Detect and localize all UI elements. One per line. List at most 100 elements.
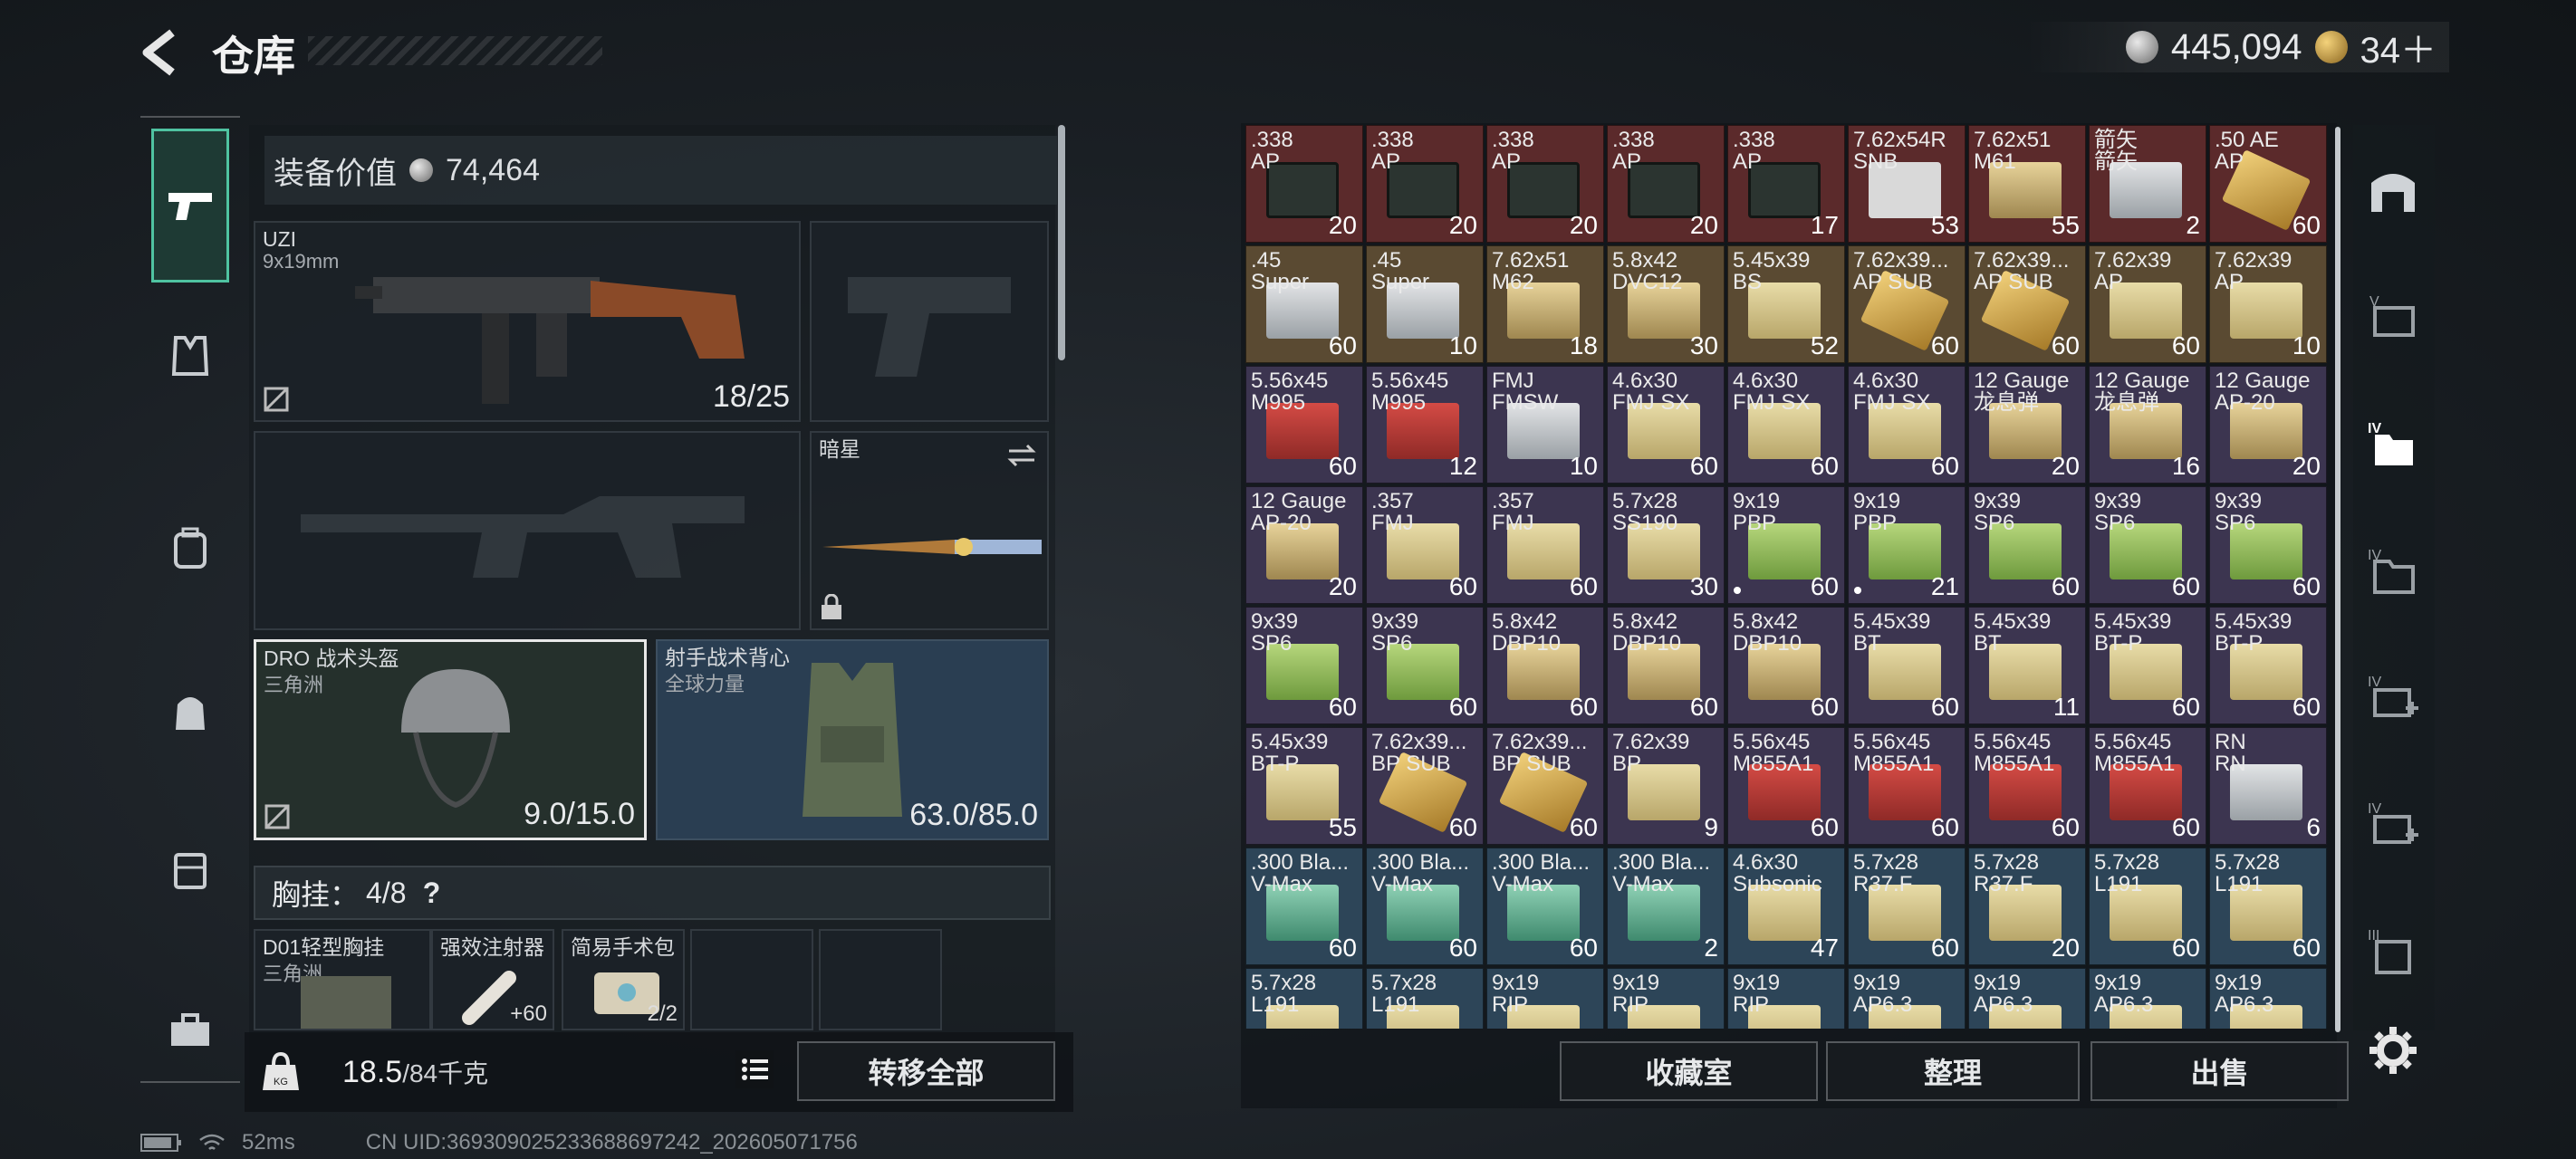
inventory-item[interactable]: .338 AP 20 [1366, 125, 1484, 243]
inventory-item[interactable]: 12 Gauge AP-20 20 [2209, 366, 2327, 484]
inventory-item[interactable]: 9x19 PBP 60 [1727, 486, 1845, 604]
inventory-item[interactable]: 5.7x28 R37.F 60 [1848, 848, 1966, 965]
inventory-item[interactable]: 9x19 AP6.3 [1848, 968, 1966, 1029]
inventory-item[interactable]: 9x19 RIP [1486, 968, 1604, 1029]
inventory-item[interactable]: 5.7x28 L191 [1245, 968, 1363, 1029]
inventory-item[interactable]: 5.56x45 M995 12 [1366, 366, 1484, 484]
inventory-item[interactable]: 7.62x39... BP SUB 60 [1486, 727, 1604, 845]
back-arrow-icon[interactable] [136, 25, 190, 80]
inventory-item[interactable]: .300 Bla... V-Max 2 [1607, 848, 1725, 965]
inventory-item[interactable]: .50 AE AP 60 [2209, 125, 2327, 243]
inventory-item[interactable]: 5.45x39 BT-P 55 [1245, 727, 1363, 845]
inventory-item[interactable]: 9x19 RIP [1607, 968, 1725, 1029]
swap-icon[interactable] [1005, 442, 1038, 469]
inventory-item[interactable]: 5.8x42 DBP10 60 [1727, 607, 1845, 724]
rig-item-slot[interactable]: 简易手术包 2/2 [562, 929, 685, 1030]
list-icon[interactable] [732, 1047, 777, 1092]
inventory-item[interactable]: FMJ FMSW 10 [1486, 366, 1604, 484]
inventory-item[interactable]: 5.7x28 R37.F 20 [1968, 848, 2086, 965]
melee-slot[interactable]: 暗星 [810, 431, 1049, 630]
transfer-all-button[interactable]: 转移全部 [797, 1041, 1055, 1101]
inventory-item[interactable]: .45 Super 10 [1366, 245, 1484, 363]
sell-button[interactable]: 出售 [2091, 1041, 2349, 1101]
storage-page-3-icon[interactable]: III [2366, 924, 2420, 978]
inventory-item[interactable]: 9x39 SP6 60 [2209, 486, 2327, 604]
inventory-item[interactable]: .300 Bla... V-Max 60 [1366, 848, 1484, 965]
inventory-item[interactable]: 4.6x30 FMJ SX 60 [1848, 366, 1966, 484]
help-button[interactable]: ? [414, 875, 450, 911]
inventory-item[interactable]: 5.8x42 DVC12 30 [1607, 245, 1725, 363]
storage-page-5-icon[interactable]: V [2366, 290, 2420, 344]
inventory-item[interactable]: 5.56x45 M855A1 60 [1848, 727, 1966, 845]
inventory-item[interactable]: 5.7x28 L191 60 [2089, 848, 2206, 965]
inventory-item[interactable]: 9x19 PBP 21 [1848, 486, 1966, 604]
inventory-item[interactable]: .338 AP 17 [1727, 125, 1845, 243]
storage-page-4c-icon[interactable]: IV [2366, 670, 2420, 724]
inventory-item[interactable]: 5.56x45 M855A1 60 [2089, 727, 2206, 845]
inventory-item[interactable]: 5.7x28 L191 60 [2209, 848, 2327, 965]
category-pouch[interactable] [149, 670, 231, 752]
inventory-item[interactable]: 7.62x39... BP SUB 60 [1366, 727, 1484, 845]
warehouse-icon[interactable] [2366, 163, 2420, 217]
rig-empty-slot[interactable] [819, 929, 942, 1030]
inventory-item[interactable]: .338 AP 20 [1607, 125, 1725, 243]
category-rig[interactable] [149, 315, 231, 397]
inventory-item[interactable]: 5.7x28 SS190 30 [1607, 486, 1725, 604]
inventory-item[interactable]: 4.6x30 Subsonic 47 [1727, 848, 1845, 965]
inventory-item[interactable]: .300 Bla... V-Max 60 [1486, 848, 1604, 965]
inventory-item[interactable]: 箭矢 箭矢 2 [2089, 125, 2206, 243]
inventory-item[interactable]: 7.62x39 AP 10 [2209, 245, 2327, 363]
storage-page-4-icon[interactable]: IV [2366, 417, 2420, 471]
inventory-item[interactable]: 7.62x51 M61 55 [1968, 125, 2086, 243]
inventory-item[interactable]: 7.62x51 M62 18 [1486, 245, 1604, 363]
inventory-item[interactable]: 5.7x28 L191 [1366, 968, 1484, 1029]
category-backpack[interactable] [149, 507, 231, 589]
storage-page-4d-icon[interactable]: IV [2366, 797, 2420, 851]
inventory-item[interactable]: .338 AP 20 [1245, 125, 1363, 243]
inventory-item[interactable]: 5.8x42 DBP10 60 [1607, 607, 1725, 724]
category-toolbox[interactable] [149, 989, 231, 1070]
category-case[interactable] [149, 828, 231, 909]
rig-item-slot[interactable]: D01轻型胸挂 三角洲 [254, 929, 431, 1030]
inventory-item[interactable]: 9x19 AP6.3 [2089, 968, 2206, 1029]
storage-scrollbar[interactable] [2335, 127, 2341, 1032]
inventory-item[interactable]: 9x39 SP6 60 [1366, 607, 1484, 724]
inventory-item[interactable]: 9x39 SP6 60 [1245, 607, 1363, 724]
inventory-item[interactable]: 5.45x39 BT 60 [1848, 607, 1966, 724]
pistol-slot-empty[interactable] [810, 221, 1049, 422]
inventory-item[interactable]: .357 FMJ 60 [1366, 486, 1484, 604]
settings-gear-icon[interactable] [2366, 1023, 2420, 1078]
inventory-item[interactable]: RN RN 6 [2209, 727, 2327, 845]
inventory-item[interactable]: 5.8x42 DBP10 60 [1486, 607, 1604, 724]
inventory-item[interactable]: 7.62x39... AP SUB 60 [1848, 245, 1966, 363]
inventory-item[interactable]: 12 Gauge 龙息弹 16 [2089, 366, 2206, 484]
inventory-item[interactable]: 12 Gauge AP-20 20 [1245, 486, 1363, 604]
inventory-item[interactable]: 9x19 AP6.3 [1968, 968, 2086, 1029]
inventory-item[interactable]: 9x19 AP6.3 [2209, 968, 2327, 1029]
inventory-item[interactable]: 12 Gauge 龙息弹 20 [1968, 366, 2086, 484]
inventory-item[interactable]: 5.56x45 M855A1 60 [1968, 727, 2086, 845]
helmet-slot[interactable]: DRO 战术头盔 三角洲 9.0/15.0 [254, 639, 647, 840]
inventory-item[interactable]: 5.45x39 BT 11 [1968, 607, 2086, 724]
category-weapons[interactable] [151, 129, 229, 283]
inventory-item[interactable]: .338 AP 20 [1486, 125, 1604, 243]
inventory-item[interactable]: 9x19 RIP [1727, 968, 1845, 1029]
left-scrollbar[interactable] [1058, 125, 1065, 360]
secondary-weapon-slot-empty[interactable] [254, 431, 801, 630]
inventory-item[interactable]: 5.45x39 BS 52 [1727, 245, 1845, 363]
inventory-item[interactable]: 4.6x30 FMJ SX 60 [1607, 366, 1725, 484]
inventory-item[interactable]: 7.62x39 BP 9 [1607, 727, 1725, 845]
collection-room-button[interactable]: 收藏室 [1560, 1041, 1818, 1101]
gold-amount[interactable]: 34＋ [2360, 21, 2437, 73]
inventory-item[interactable]: 7.62x39... AP SUB 60 [1968, 245, 2086, 363]
primary-weapon-slot[interactable]: UZI 9x19mm 18/25 [254, 221, 801, 422]
rig-item-slot[interactable]: 强效注射器 +60 [431, 929, 554, 1030]
inventory-item[interactable]: 5.45x39 BT-P 60 [2089, 607, 2206, 724]
sort-button[interactable]: 整理 [1826, 1041, 2080, 1101]
inventory-item[interactable]: .45 Super 60 [1245, 245, 1363, 363]
inventory-item[interactable]: 5.56x45 M995 60 [1245, 366, 1363, 484]
inventory-item[interactable]: 5.45x39 BT-P 60 [2209, 607, 2327, 724]
rig-empty-slot[interactable] [690, 929, 813, 1030]
inventory-item[interactable]: 5.56x45 M855A1 60 [1727, 727, 1845, 845]
inventory-item[interactable]: 7.62x39 AP 60 [2089, 245, 2206, 363]
